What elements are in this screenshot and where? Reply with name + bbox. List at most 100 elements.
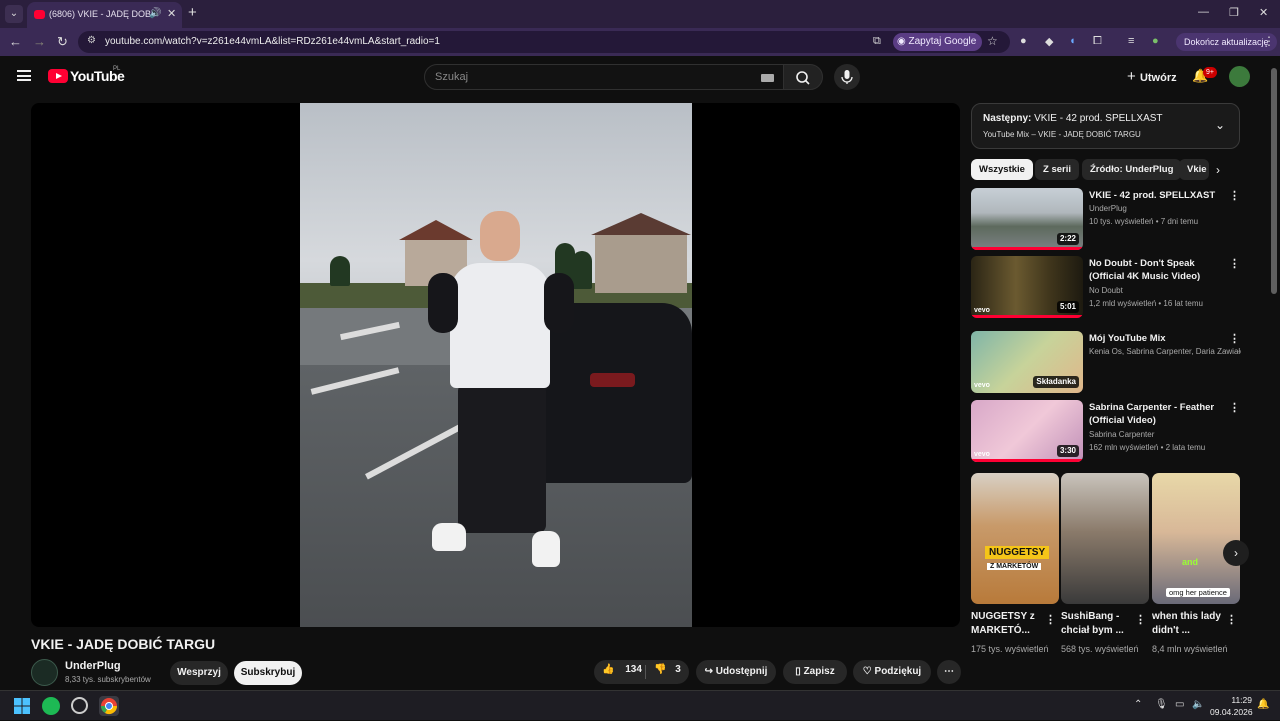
channel-name[interactable]: UnderPlug <box>65 660 121 672</box>
channel-name[interactable]: UnderPlug <box>1089 204 1241 213</box>
url-text[interactable]: youtube.com/watch?v=z261e44vmLA&list=RDz… <box>105 36 440 47</box>
search-button[interactable] <box>783 64 823 90</box>
support-button[interactable]: Wesprzyj <box>170 661 228 685</box>
voice-search-button[interactable] <box>834 64 860 90</box>
restore-button[interactable]: ❐ <box>1229 6 1239 19</box>
list-item[interactable]: vevo 3:30 Sabrina Carpenter - Feather (O… <box>971 400 1241 464</box>
windows-start-icon[interactable] <box>12 696 32 716</box>
page-scrollbar[interactable] <box>1268 56 1280 690</box>
shorts-next-chevron-icon[interactable]: › <box>1223 540 1249 566</box>
create-button[interactable]: + Utwórz <box>1117 64 1187 90</box>
incognito-extension-icon[interactable]: ● <box>1020 35 1027 47</box>
channel-name[interactable]: No Doubt <box>1089 286 1241 295</box>
cast-icon[interactable]: ⧉ <box>873 35 881 48</box>
window-close-button[interactable]: ✕ <box>1259 6 1268 19</box>
item-menu-icon[interactable]: ⋮ <box>1229 257 1240 270</box>
dislike-button[interactable]: 👎 3 <box>654 664 681 675</box>
search-input[interactable]: Szukaj <box>424 64 784 90</box>
puzzle-extension-icon[interactable]: ⧠ <box>1093 35 1102 48</box>
bookmark-icon: ▯ <box>795 666 801 677</box>
tab-search-chevron-icon[interactable]: ⌄ <box>5 5 23 23</box>
site-info-icon[interactable]: ⚙ <box>87 35 96 46</box>
browser-tab[interactable]: (6806) VKIE - JADĘ DOBIĆ TARGU 🔊 ✕ <box>27 2 182 28</box>
audio-playing-icon[interactable]: 🔊 <box>149 8 161 19</box>
list-item[interactable]: 2:22 VKIE - 42 prod. SPELLXAST UnderPlug… <box>971 188 1241 252</box>
keyboard-icon[interactable] <box>761 74 774 82</box>
thumbs-down-icon: 👎 <box>654 664 667 675</box>
chip-all[interactable]: Wszystkie <box>971 159 1033 180</box>
short-title[interactable]: SushiBang - chciał bym ... <box>1061 610 1133 638</box>
short-menu-icon[interactable]: ⋮ <box>1226 613 1237 626</box>
video-frame[interactable] <box>300 103 692 627</box>
browser-menu-icon[interactable]: ⋮ <box>1263 34 1275 48</box>
microphone-icon <box>841 70 853 84</box>
short-thumbnail[interactable]: and omg her patience <box>1152 473 1240 604</box>
account-avatar[interactable] <box>1229 66 1250 87</box>
hamburger-menu-icon[interactable] <box>17 70 31 81</box>
video-thumbnail[interactable]: 2:22 <box>971 188 1083 250</box>
channel-name[interactable]: Sabrina Carpenter <box>1089 430 1241 439</box>
video-title[interactable]: Sabrina Carpenter - Feather (Official Vi… <box>1089 401 1229 427</box>
reload-icon[interactable]: ↻ <box>57 34 68 50</box>
address-bar[interactable]: ⚙ youtube.com/watch?v=z261e44vmLA&list=R… <box>78 31 1010 53</box>
spotify-icon[interactable] <box>42 697 60 715</box>
playlist-up-next-panel[interactable]: Następny: VKIE - 42 prod. SPELLXAST YouT… <box>971 103 1240 149</box>
like-button[interactable]: 👍 134 <box>602 664 642 675</box>
diamond-extension-icon[interactable]: ◆ <box>1045 35 1053 48</box>
short-thumbnail[interactable] <box>1061 473 1149 604</box>
short-title[interactable]: when this lady didn't ... <box>1152 610 1224 638</box>
network-icon[interactable]: ▭ <box>1175 699 1184 710</box>
notification-center-icon[interactable]: 🔔 <box>1257 699 1269 710</box>
back-arrow-icon[interactable]: ← <box>9 34 22 49</box>
video-title[interactable]: No Doubt - Don't Speak (Official 4K Musi… <box>1089 257 1229 283</box>
mix-thumbnail[interactable]: vevo Składanka <box>971 331 1083 393</box>
youtube-logo-icon[interactable] <box>48 69 68 83</box>
tray-chevron-icon[interactable]: ⌃ <box>1134 699 1142 710</box>
media-controls-icon[interactable]: ≡ <box>1128 35 1134 47</box>
video-thumbnail[interactable]: vevo 5:01 <box>971 256 1083 318</box>
expand-chevron-icon[interactable]: ⌄ <box>1215 118 1225 132</box>
item-menu-icon[interactable]: ⋮ <box>1229 401 1240 414</box>
save-button[interactable]: ▯ Zapisz <box>783 660 847 684</box>
video-title[interactable]: Mój YouTube Mix <box>1089 332 1229 345</box>
volume-icon[interactable]: 🔈 <box>1192 699 1204 710</box>
taskbar-clock[interactable]: 11:29 09.04.2026 <box>1210 694 1253 718</box>
chips-next-chevron-icon[interactable]: › <box>1216 163 1220 177</box>
more-actions-button[interactable]: ⋯ <box>937 660 961 684</box>
ask-google-button[interactable]: ◉ Zapytaj Google <box>893 33 983 51</box>
chip-series[interactable]: Z serii <box>1035 159 1079 180</box>
search-icon <box>796 71 810 85</box>
app-icon[interactable] <box>71 697 88 714</box>
dislike-count: 3 <box>675 664 681 675</box>
audio-extension-icon[interactable]: ◖ <box>1069 35 1076 47</box>
chip-source[interactable]: Źródło: UnderPlug <box>1082 159 1182 180</box>
video-player[interactable] <box>31 103 960 627</box>
scrollbar-thumb[interactable] <box>1271 68 1277 294</box>
thanks-button[interactable]: ♡ Podziękuj <box>853 660 931 684</box>
subscribe-button[interactable]: Subskrybuj <box>234 661 302 685</box>
item-menu-icon[interactable]: ⋮ <box>1229 332 1240 345</box>
new-tab-button[interactable]: + <box>188 4 197 21</box>
item-menu-icon[interactable]: ⋮ <box>1229 189 1240 202</box>
forward-arrow-icon[interactable]: → <box>33 34 46 49</box>
video-title[interactable]: VKIE - 42 prod. SPELLXAST <box>1089 189 1229 202</box>
youtube-header: YouTube PL Szukaj + Utwórz 🔔 9+ <box>0 56 1268 98</box>
short-menu-icon[interactable]: ⋮ <box>1045 613 1056 626</box>
video-thumbnail[interactable]: vevo 3:30 <box>971 400 1083 462</box>
list-item[interactable]: vevo 5:01 No Doubt - Don't Speak (Offici… <box>971 256 1241 320</box>
minimize-button[interactable]: — <box>1198 6 1209 18</box>
chip-vkie[interactable]: Vkie <box>1179 159 1209 180</box>
short-menu-icon[interactable]: ⋮ <box>1135 613 1146 626</box>
list-item[interactable]: vevo Składanka Mój YouTube Mix Kenia Os,… <box>971 331 1241 395</box>
up-next-video-title: VKIE - 42 prod. SPELLXAST <box>1034 113 1163 124</box>
update-button[interactable]: Dokończ aktualizację <box>1176 33 1277 51</box>
short-thumbnail[interactable]: NUGGETSY Z MARKETÓW <box>971 473 1059 604</box>
bookmark-star-icon[interactable]: ☆ <box>987 34 998 48</box>
tab-close-icon[interactable]: ✕ <box>167 7 176 20</box>
profile-avatar-icon[interactable]: ● <box>1152 35 1159 47</box>
channel-avatar[interactable] <box>31 659 58 686</box>
share-button[interactable]: ↪ Udostępnij <box>696 660 776 684</box>
short-title[interactable]: NUGGETSY z MARKETÓ... <box>971 610 1043 638</box>
microphone-tray-icon[interactable]: 🎙 <box>1155 699 1168 710</box>
chrome-taskbar-button[interactable] <box>99 696 119 716</box>
